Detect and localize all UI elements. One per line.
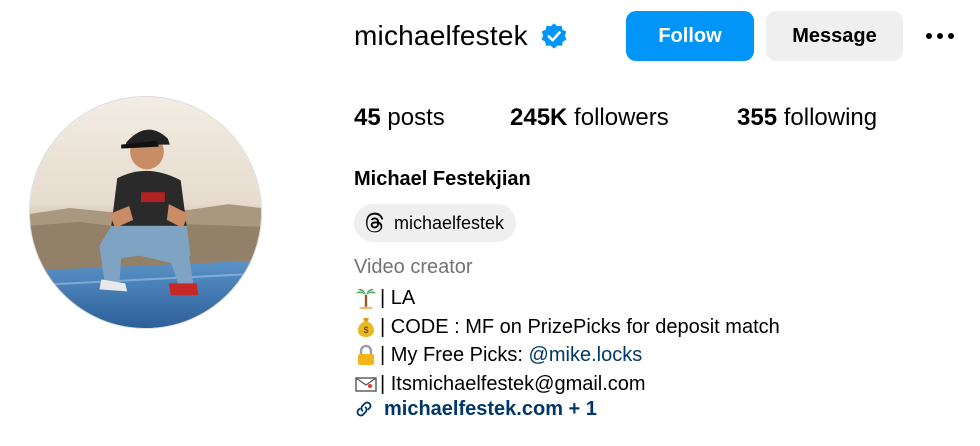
posts-count: 45 xyxy=(354,104,381,131)
profile-category: Video creator xyxy=(354,256,473,278)
verified-badge-icon xyxy=(541,23,567,49)
bio-line-picks: | My Free Picks: @mike.locks xyxy=(354,341,780,370)
message-button[interactable]: Message xyxy=(766,11,903,61)
threads-icon xyxy=(366,212,384,233)
username: michaelfestek xyxy=(354,20,528,51)
bio-email-text: | Itsmichaelfestek@gmail.com xyxy=(380,372,646,395)
following-stat[interactable]: 355 following xyxy=(737,104,877,132)
link-icon xyxy=(356,401,372,417)
bio-line-location: | LA xyxy=(354,284,780,313)
bio-line-email: | Itsmichaelfestek@gmail.com xyxy=(354,370,780,399)
lock-icon xyxy=(358,345,374,366)
more-options-icon[interactable] xyxy=(920,22,960,50)
external-link-text: michaelfestek.com + 1 xyxy=(384,397,597,420)
posts-label: posts xyxy=(387,104,445,131)
profile-avatar[interactable] xyxy=(29,96,262,329)
svg-text:$: $ xyxy=(363,325,368,335)
mention-link[interactable]: @mike.locks xyxy=(529,341,643,370)
external-link[interactable]: michaelfestek.com + 1 xyxy=(354,395,597,423)
bio-location-text: | LA xyxy=(380,287,416,309)
full-name: Michael Festekjian xyxy=(354,168,531,190)
followers-count: 245K xyxy=(510,104,568,131)
palm-tree-icon xyxy=(356,289,376,310)
profile-bio: | LA $ | CODE : MF on PrizePicks for dep… xyxy=(354,284,780,398)
bio-line-code: $ | CODE : MF on PrizePicks for deposit … xyxy=(354,313,780,342)
envelope-icon xyxy=(355,377,377,392)
followers-label: followers xyxy=(574,104,669,131)
followers-stat[interactable]: 245K followers xyxy=(510,104,669,132)
avatar-photo xyxy=(30,97,261,328)
threads-handle: michaelfestek xyxy=(394,212,505,233)
posts-stat: 45 posts xyxy=(354,104,445,132)
threads-link[interactable]: michaelfestek xyxy=(354,204,517,242)
bio-code-text: | CODE : MF on PrizePicks for deposit ma… xyxy=(380,315,780,338)
bio-picks-text: | My Free Picks: xyxy=(380,344,529,366)
profile-header: michaelfestek xyxy=(354,11,568,61)
follow-button[interactable]: Follow xyxy=(626,11,754,61)
following-label: following xyxy=(783,104,878,131)
money-bag-icon: $ xyxy=(358,317,374,337)
following-count: 355 xyxy=(737,104,778,131)
